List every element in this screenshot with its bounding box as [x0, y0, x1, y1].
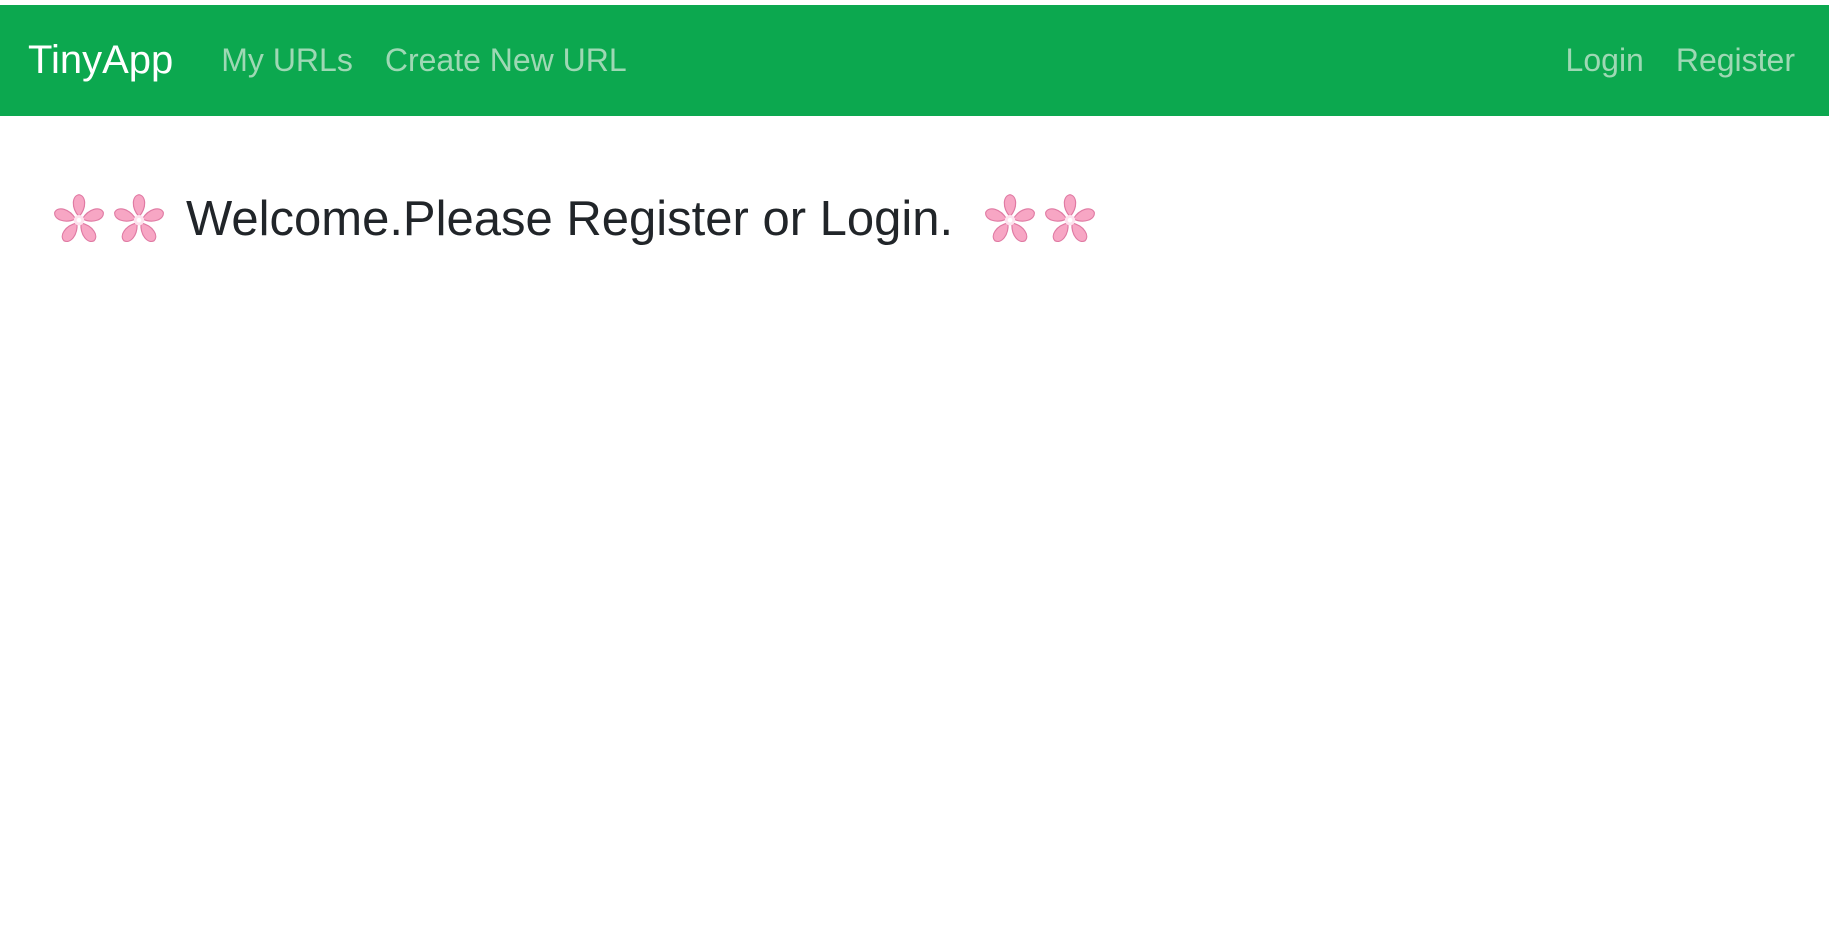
cherry-blossom-icon [985, 194, 1035, 243]
brand-link[interactable]: TinyApp [28, 38, 173, 83]
nav-link-register[interactable]: Register [1676, 42, 1795, 79]
cherry-blossom-icon [54, 194, 104, 243]
flower-group-left [50, 190, 170, 248]
nav-link-my-urls[interactable]: My URLs [221, 42, 353, 79]
nav-link-create-new-url[interactable]: Create New URL [385, 42, 627, 79]
welcome-message: Welcome.Please Register or Login. [186, 192, 954, 246]
flower-group-right [981, 190, 1101, 248]
cherry-blossom-icon [114, 194, 164, 243]
navbar-right: Login Register [1566, 42, 1801, 79]
welcome-heading: Welcome.Please Register or Login. [50, 190, 1101, 248]
cherry-blossom-icon [1045, 194, 1095, 243]
navbar-left: TinyApp My URLs Create New URL [28, 38, 659, 83]
navbar: TinyApp My URLs Create New URL Login Reg… [0, 5, 1829, 116]
page: TinyApp My URLs Create New URL Login Reg… [0, 0, 1829, 950]
nav-link-login[interactable]: Login [1566, 42, 1644, 79]
